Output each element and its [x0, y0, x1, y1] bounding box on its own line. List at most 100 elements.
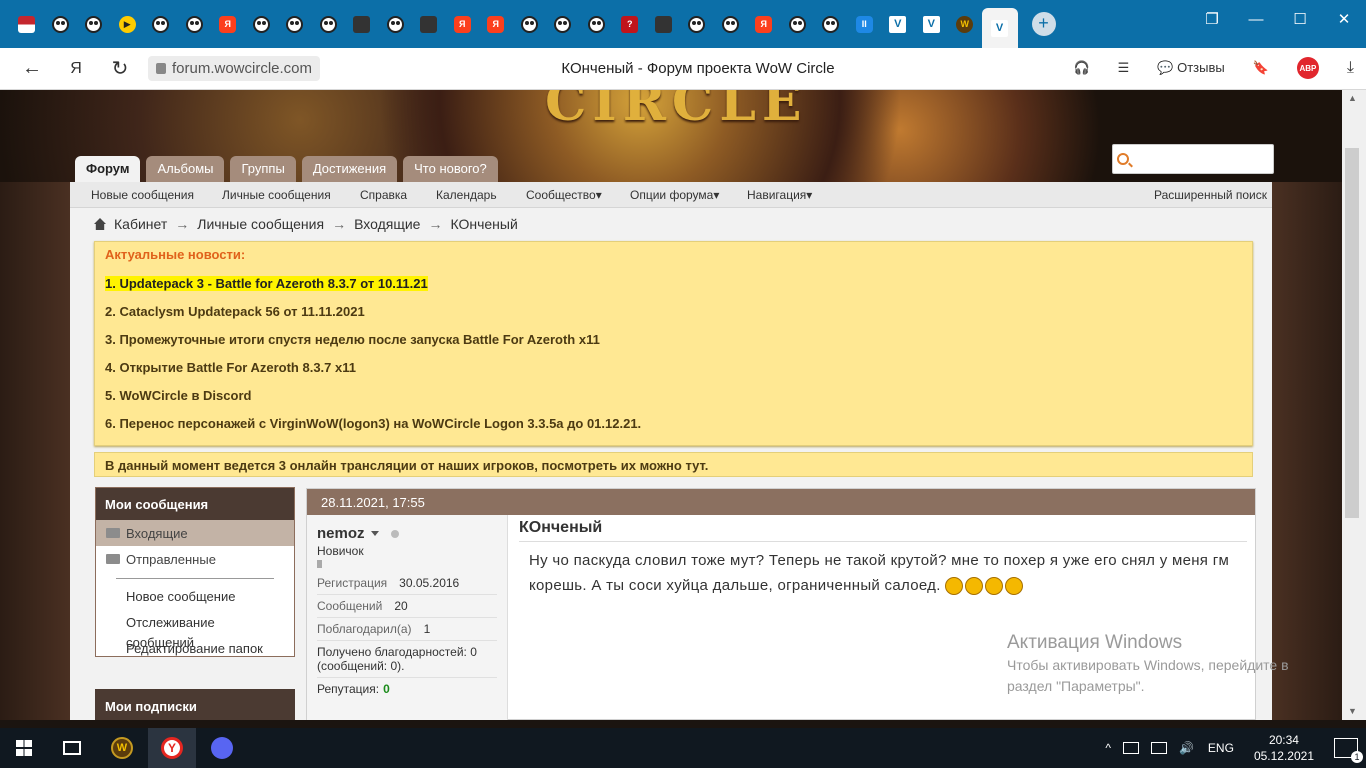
activation-title: Активация Windows: [1007, 632, 1183, 653]
news-item[interactable]: 4. Открытие Battle For Azeroth 8.3.7 x11: [105, 360, 1242, 388]
browser-tab[interactable]: Я: [747, 4, 781, 44]
tab-achievements[interactable]: Достижения: [301, 156, 398, 182]
subnav-forum-options[interactable]: Опции форума▾: [630, 188, 719, 202]
breadcrumb-private-messages[interactable]: Личные сообщения: [197, 216, 324, 232]
browser-tab[interactable]: [580, 4, 614, 44]
taskbar-discord[interactable]: [198, 728, 246, 768]
tab-albums[interactable]: Альбомы: [146, 156, 225, 182]
advanced-search-link[interactable]: Расширенный поиск: [1154, 188, 1267, 202]
breadcrumb-inbox[interactable]: Входящие: [354, 216, 420, 232]
browser-tab[interactable]: V: [881, 4, 915, 44]
browser-tab[interactable]: Я: [211, 4, 245, 44]
folder-sent[interactable]: Отправленные: [96, 546, 294, 572]
windows-activation-watermark: Активация Windows Чтобы активировать Win…: [1007, 632, 1289, 697]
news-item[interactable]: 5. WoWCircle в Discord: [105, 388, 1242, 416]
subnav-navigation[interactable]: Навигация▾: [747, 188, 812, 202]
site-icon: [353, 15, 371, 33]
task-view-button[interactable]: [48, 728, 96, 768]
home-icon[interactable]: [94, 218, 106, 230]
browser-tab[interactable]: Я: [479, 4, 513, 44]
minimize-button[interactable]: —: [1234, 11, 1278, 28]
reviews-button[interactable]: 💬 Отзывы: [1157, 60, 1224, 76]
notifications-icon[interactable]: 1: [1334, 738, 1363, 763]
maximize-button[interactable]: ☐: [1278, 10, 1322, 28]
track-messages-link[interactable]: Отслеживание сообщений: [96, 613, 294, 650]
volume-icon[interactable]: 🔊: [1179, 741, 1194, 755]
stat-label: Регистрация: [317, 576, 388, 590]
folder-inbox[interactable]: Входящие: [96, 520, 294, 546]
active-tab[interactable]: V: [981, 8, 1018, 48]
download-icon[interactable]: ⤓: [1347, 59, 1354, 77]
rank-bar: [317, 560, 322, 568]
clock[interactable]: 20:34 05.12.2021: [1254, 732, 1314, 764]
tab-forum[interactable]: Форум: [75, 156, 141, 182]
browser-tab[interactable]: [513, 4, 547, 44]
browser-tab[interactable]: Я: [446, 4, 480, 44]
browser-tab[interactable]: [814, 4, 848, 44]
browser-tab[interactable]: [10, 4, 44, 44]
scroll-down-icon[interactable]: ▼: [1348, 706, 1357, 716]
browser-tab[interactable]: ?: [613, 4, 647, 44]
taskbar-yandex-browser[interactable]: Y: [148, 728, 196, 768]
post-date: 28.11.2021, 17:55: [307, 489, 1255, 515]
browser-tab[interactable]: [345, 4, 379, 44]
network-icon[interactable]: [1150, 742, 1167, 754]
browser-tab[interactable]: [278, 4, 312, 44]
tab-groups[interactable]: Группы: [230, 156, 296, 182]
browser-tab[interactable]: [44, 4, 78, 44]
browser-tab[interactable]: [781, 4, 815, 44]
stream-notice[interactable]: В данный момент ведется 3 онлайн трансля…: [94, 452, 1253, 477]
browser-tab[interactable]: [647, 4, 681, 44]
browser-tab[interactable]: [77, 4, 111, 44]
tab-manager-icon[interactable]: ❐: [1190, 10, 1234, 28]
panda-icon: [688, 15, 706, 33]
start-button[interactable]: [0, 728, 48, 768]
forum-search-input[interactable]: [1112, 144, 1274, 174]
page-scrollbar[interactable]: ▲ ▼: [1342, 90, 1366, 720]
smiley-icon: [945, 577, 964, 596]
browser-tab[interactable]: [245, 4, 279, 44]
news-item[interactable]: 1. Updatepack 3 - Battle for Azeroth 8.3…: [105, 276, 1242, 304]
subnav-help[interactable]: Справка: [360, 188, 407, 202]
adblock-icon[interactable]: ABP: [1296, 57, 1319, 79]
language-indicator[interactable]: ENG: [1208, 741, 1234, 755]
stat-thanked: Поблагодарил(а) 1: [317, 618, 497, 641]
browser-tab[interactable]: ▶: [111, 4, 145, 44]
chevron-up-icon[interactable]: ^: [1105, 741, 1111, 755]
breadcrumb-cabinet[interactable]: Кабинет: [114, 216, 167, 232]
news-item[interactable]: 2. Cataclysm Updatepack 56 от 11.11.2021: [105, 304, 1242, 332]
bookmark-icon[interactable]: 🔖: [1253, 60, 1269, 76]
headphones-icon[interactable]: 🎧: [1073, 60, 1089, 76]
subnav-calendar[interactable]: Календарь: [436, 188, 497, 202]
subnav-private-messages[interactable]: Личные сообщения: [222, 188, 331, 202]
subnav-community[interactable]: Сообщество▾: [526, 188, 602, 202]
subnav-new-posts[interactable]: Новые сообщения: [91, 188, 194, 202]
edit-folders-link[interactable]: Редактирование папок: [96, 639, 294, 665]
browser-tab[interactable]: [144, 4, 178, 44]
new-tab-button[interactable]: +: [1031, 12, 1056, 36]
news-heading: Актуальные новости:: [105, 247, 246, 262]
browser-tab[interactable]: [178, 4, 212, 44]
battery-icon[interactable]: [1122, 742, 1139, 754]
new-message-link[interactable]: Новое сообщение: [96, 587, 294, 613]
author-name-button[interactable]: nemoz: [317, 525, 497, 542]
browser-tab[interactable]: II: [848, 4, 882, 44]
post-title: КОнченый: [519, 519, 1247, 542]
close-button[interactable]: ✕: [1322, 10, 1366, 28]
news-item[interactable]: 6. Перенос персонажей с VirginWoW(logon3…: [105, 416, 1242, 444]
folder-label: Отправленные: [126, 551, 216, 567]
scroll-up-icon[interactable]: ▲: [1348, 93, 1357, 103]
reader-icon[interactable]: ☰: [1118, 60, 1130, 76]
browser-tab[interactable]: [546, 4, 580, 44]
browser-tab[interactable]: [379, 4, 413, 44]
browser-tab[interactable]: [312, 4, 346, 44]
browser-tab[interactable]: [412, 4, 446, 44]
news-item[interactable]: 3. Промежуточные итоги спустя неделю пос…: [105, 332, 1242, 360]
tab-whats-new[interactable]: Что нового?: [403, 156, 498, 182]
browser-tab[interactable]: W: [948, 4, 982, 44]
browser-tab[interactable]: V: [915, 4, 949, 44]
browser-tab[interactable]: [680, 4, 714, 44]
taskbar-wow[interactable]: W: [98, 728, 146, 768]
browser-tab[interactable]: [714, 4, 748, 44]
scroll-thumb[interactable]: [1345, 148, 1359, 518]
